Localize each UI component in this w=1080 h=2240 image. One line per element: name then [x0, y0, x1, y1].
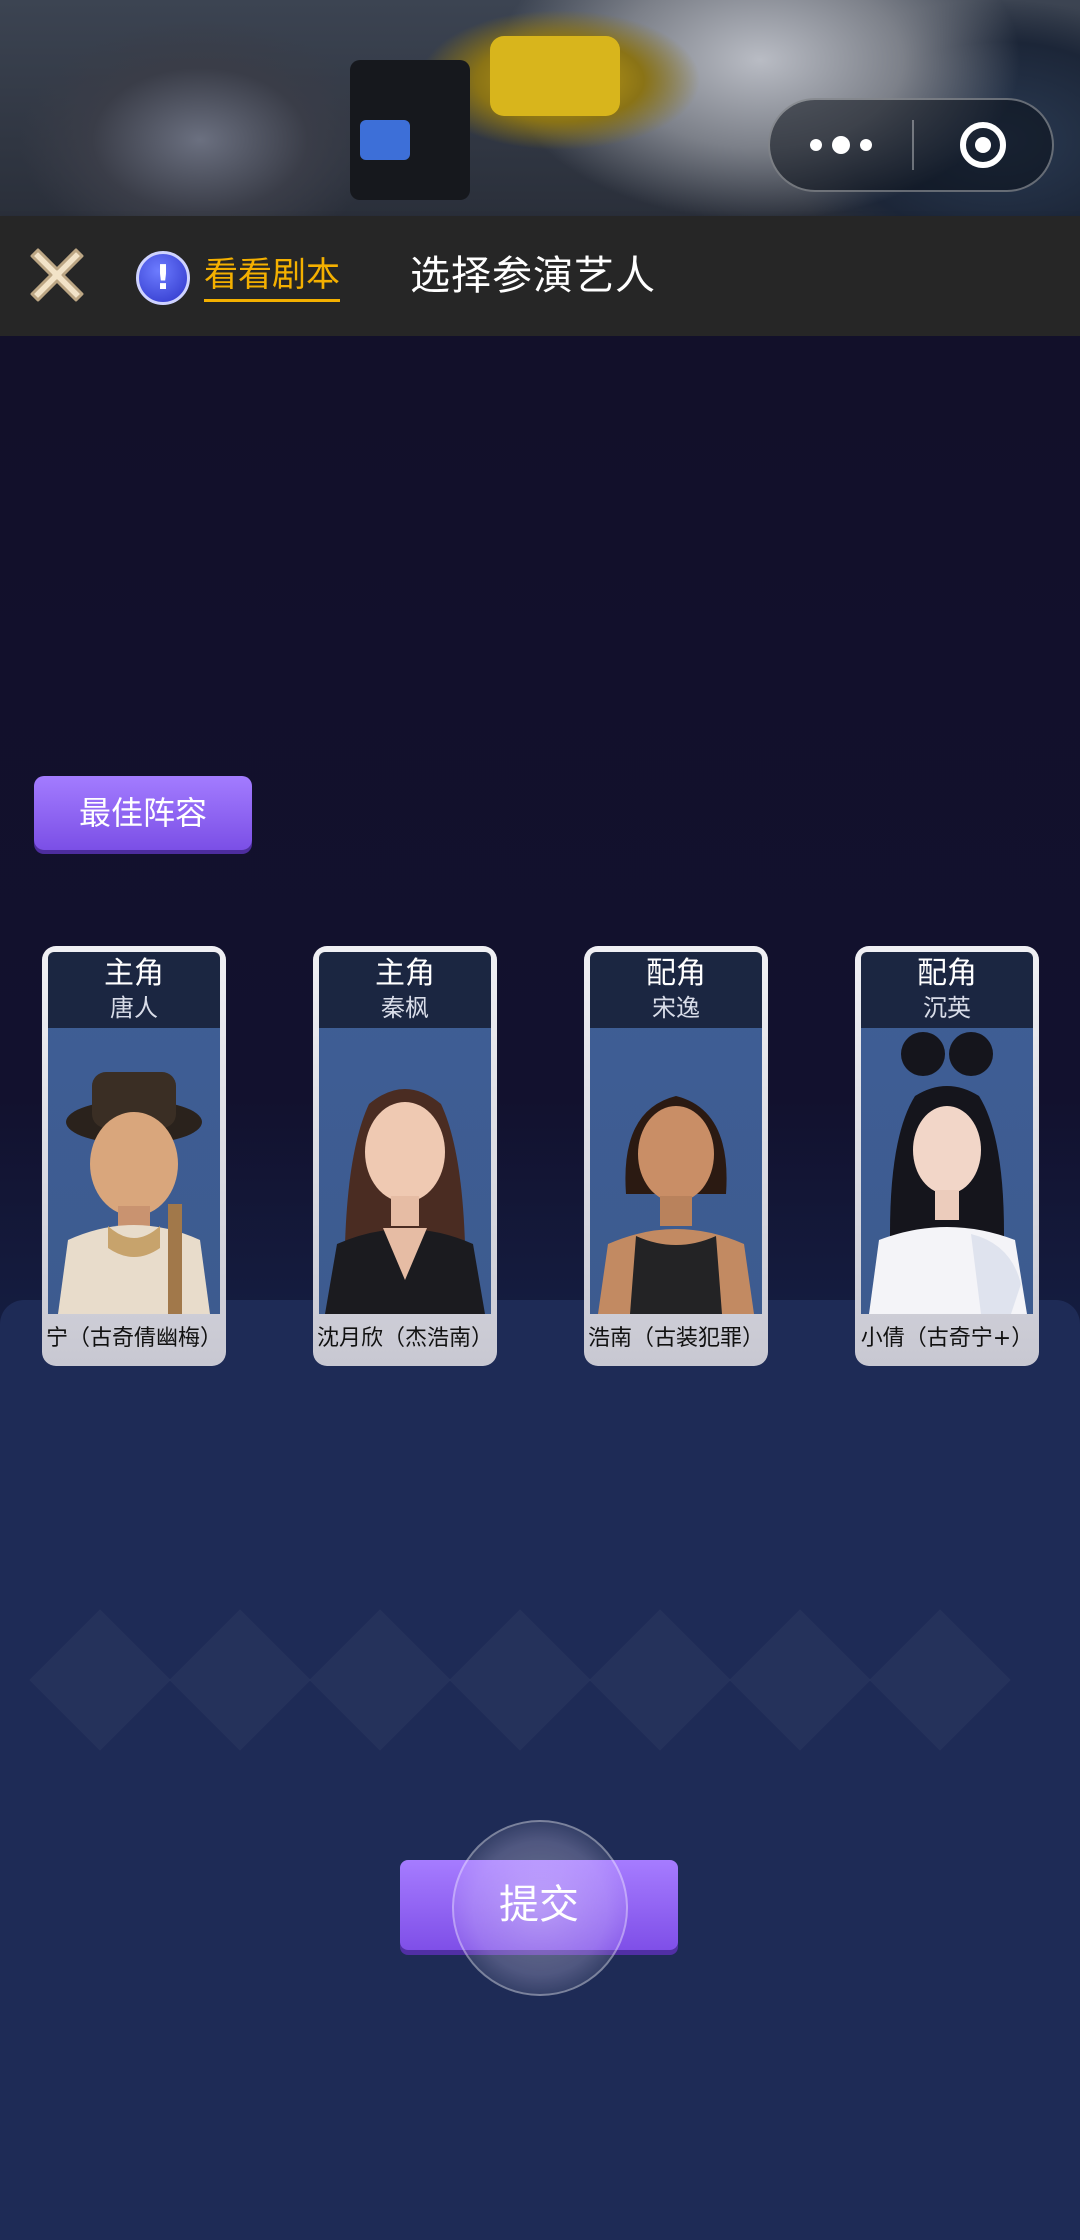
- actor-name: 沈月欣（杰浩南）: [316, 1326, 493, 1351]
- character-name: 宋逸: [652, 994, 700, 1022]
- actor-portrait: [58, 1072, 210, 1314]
- character-name: 秦枫: [381, 994, 429, 1022]
- role-header: 主角 秦枫: [319, 952, 491, 1028]
- mini-program-capsule: [768, 98, 1054, 192]
- actor-portrait: [598, 1096, 754, 1314]
- cast-card[interactable]: 主角 唐人 宁（古奇倩幽梅）: [42, 946, 226, 1366]
- role-label: 主角: [375, 956, 435, 991]
- diamond-pattern: [20, 1590, 1060, 1770]
- exclamation-icon: !: [136, 251, 190, 305]
- camera-prop: [350, 60, 470, 200]
- bottom-panel: [0, 1300, 1080, 2240]
- more-dots-icon[interactable]: [770, 100, 912, 190]
- view-script-button[interactable]: ! 看看剧本: [136, 246, 340, 310]
- target-circle-icon[interactable]: [914, 122, 1052, 168]
- cast-card[interactable]: 配角 宋逸 浩南（古装犯罪）: [584, 946, 768, 1366]
- actor-name: 宁（古奇倩幽梅）: [45, 1326, 222, 1351]
- close-icon[interactable]: [24, 242, 90, 308]
- role-header: 主角 唐人: [48, 952, 220, 1028]
- view-script-label: 看看剧本: [204, 255, 340, 302]
- role-label: 主角: [104, 956, 164, 991]
- submit-label[interactable]: 提交: [400, 1860, 678, 1950]
- best-lineup-button[interactable]: 最佳阵容: [34, 776, 252, 850]
- actor-name: 小倩（古奇宁+）: [860, 1326, 1034, 1351]
- role-header: 配角 沉英: [861, 952, 1033, 1028]
- role-label: 配角: [646, 956, 706, 991]
- character-name: 沉英: [923, 994, 971, 1022]
- actor-portrait: [869, 1032, 1027, 1314]
- page-title: 选择参演艺人: [410, 253, 656, 299]
- actor-name: 浩南（古装犯罪）: [587, 1326, 764, 1351]
- header-bar: ! 看看剧本 选择参演艺人: [0, 216, 1080, 336]
- yellow-prop: [490, 36, 620, 116]
- character-name: 唐人: [110, 994, 158, 1022]
- cast-card[interactable]: 主角 秦枫 沈月欣（杰浩南）: [313, 946, 497, 1366]
- cast-card[interactable]: 配角 沉英 小倩（古奇宁+）: [855, 946, 1039, 1366]
- actor-portrait: [325, 1089, 485, 1314]
- top-banner-image: [0, 0, 1080, 216]
- role-label: 配角: [917, 956, 977, 991]
- role-header: 配角 宋逸: [590, 952, 762, 1028]
